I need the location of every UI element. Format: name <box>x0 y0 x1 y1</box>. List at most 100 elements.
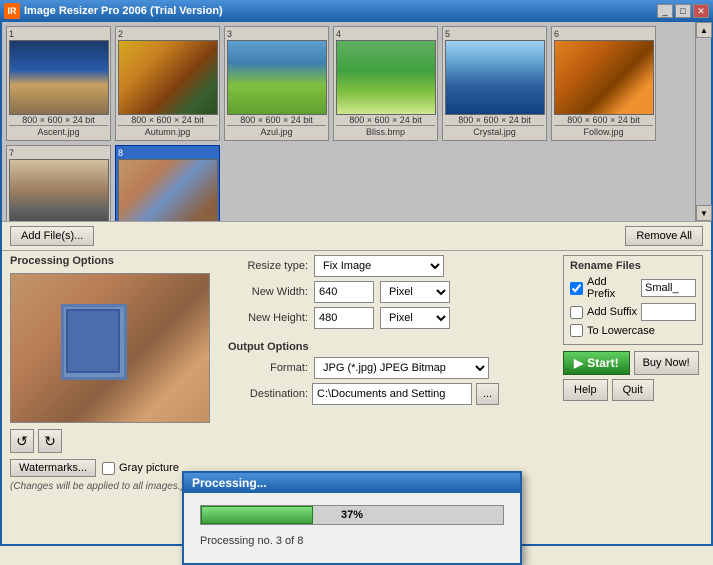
progress-bar-fill <box>201 506 313 524</box>
title-bar: IR Image Resizer Pro 2006 (Trial Version… <box>0 0 713 22</box>
image-thumb-4[interactable]: 4 800 × 600 × 24 bit Bliss.bmp <box>333 26 438 141</box>
thumb-info-3: 800 × 600 × 24 bit <box>240 115 313 125</box>
progress-percent-text: 37% <box>341 509 363 521</box>
output-options-label: Output Options <box>228 341 555 353</box>
progress-bar-container: 37% <box>200 505 504 525</box>
processing-dialog-title: Processing... <box>184 473 520 493</box>
add-suffix-checkbox[interactable] <box>570 306 583 319</box>
add-prefix-input[interactable] <box>641 279 696 297</box>
new-width-row: New Width: Pixel Percent <box>228 281 555 303</box>
thumb-info-1: 800 × 600 × 24 bit <box>22 115 95 125</box>
close-button[interactable]: ✕ <box>693 4 709 18</box>
gray-checkbox-row: Gray picture <box>102 462 179 475</box>
quit-button[interactable]: Quit <box>612 379 654 401</box>
rename-files-group: Rename Files Add Prefix Add Suffix To Lo… <box>563 255 703 345</box>
thumb-img-3 <box>227 40 327 115</box>
new-width-input[interactable] <box>314 281 374 303</box>
rotate-cw-button[interactable]: ↻ <box>38 429 62 453</box>
format-select[interactable]: JPG (*.jpg) JPEG Bitmap BMP (*.bmp) Bitm… <box>314 357 489 379</box>
output-options-group: Format: JPG (*.jpg) JPEG Bitmap BMP (*.b… <box>228 357 555 405</box>
add-suffix-input[interactable] <box>641 303 696 321</box>
thumb-number-4: 4 <box>336 29 341 39</box>
gray-picture-checkbox[interactable] <box>102 462 115 475</box>
new-width-label: New Width: <box>228 286 308 298</box>
thumb-img-4 <box>336 40 436 115</box>
resize-type-row: Resize type: Fix Image Fit Width Fit Hei… <box>228 255 555 277</box>
destination-row: Destination: ... <box>228 383 555 405</box>
scroll-track <box>696 38 711 205</box>
image-thumb-2[interactable]: 2 800 × 600 × 24 bit Autumn.jpg <box>115 26 220 141</box>
image-strip-container: 1 800 × 600 × 24 bit Ascent.jpg 2 800 × … <box>2 22 711 222</box>
thumb-img-2 <box>118 40 218 115</box>
strip-scrollbar[interactable]: ▲ ▼ <box>695 22 711 221</box>
rename-files-title: Rename Files <box>570 260 696 272</box>
thumb-img-1 <box>9 40 109 115</box>
minimize-button[interactable]: _ <box>657 4 673 18</box>
image-row-2: 7 800 × 600 × 24 bit Friend.jpg 8 800 × … <box>6 145 691 221</box>
scroll-down-button[interactable]: ▼ <box>696 205 712 221</box>
scroll-up-button[interactable]: ▲ <box>696 22 712 38</box>
destination-input[interactable] <box>312 383 472 405</box>
to-lowercase-checkbox[interactable] <box>570 324 583 337</box>
destination-label: Destination: <box>228 388 308 400</box>
main-window: 1 800 × 600 × 24 bit Ascent.jpg 2 800 × … <box>0 22 713 546</box>
image-thumb-7[interactable]: 7 800 × 600 × 24 bit Friend.jpg <box>6 145 111 221</box>
add-suffix-row: Add Suffix <box>570 303 696 321</box>
image-thumb-5[interactable]: 5 800 × 600 × 24 bit Crystal.jpg <box>442 26 547 141</box>
action-buttons: ▶ Start! Buy Now! Help Quit <box>563 351 703 401</box>
thumb-filename-2: Autumn.jpg <box>118 125 217 138</box>
thumb-filename-4: Bliss.bmp <box>336 125 435 138</box>
help-button[interactable]: Help <box>563 379 608 401</box>
thumb-number-2: 2 <box>118 29 123 39</box>
watermarks-button[interactable]: Watermarks... <box>10 459 96 477</box>
processing-dialog: Processing... 37% Processing no. 3 of 8 <box>182 471 522 565</box>
resize-type-select[interactable]: Fix Image Fit Width Fit Height Fit Both <box>314 255 444 277</box>
new-height-input[interactable] <box>314 307 374 329</box>
thumb-img-5 <box>445 40 545 115</box>
start-label: Start! <box>587 356 618 370</box>
thumb-info-6: 800 × 600 × 24 bit <box>567 115 640 125</box>
remove-all-button[interactable]: Remove All <box>625 226 703 246</box>
thumb-filename-3: Azul.jpg <box>227 125 326 138</box>
right-panel: Rename Files Add Prefix Add Suffix To Lo… <box>563 255 703 540</box>
add-files-button[interactable]: Add File(s)... <box>10 226 94 246</box>
image-strip: 1 800 × 600 × 24 bit Ascent.jpg 2 800 × … <box>2 22 695 221</box>
maximize-button[interactable]: □ <box>675 4 691 18</box>
thumb-number-7: 7 <box>9 148 14 158</box>
image-thumb-1[interactable]: 1 800 × 600 × 24 bit Ascent.jpg <box>6 26 111 141</box>
thumb-info-5: 800 × 600 × 24 bit <box>458 115 531 125</box>
add-suffix-label: Add Suffix <box>587 306 637 318</box>
thumb-number-6: 6 <box>554 29 559 39</box>
buy-now-button[interactable]: Buy Now! <box>634 351 699 375</box>
processing-options-label: Processing Options <box>10 255 220 267</box>
preview-image <box>10 273 210 423</box>
thumb-info-2: 800 × 600 × 24 bit <box>131 115 204 125</box>
thumb-img-6 <box>554 40 654 115</box>
thumb-info-4: 800 × 600 × 24 bit <box>349 115 422 125</box>
resize-options-group: Resize type: Fix Image Fit Width Fit Hei… <box>228 255 555 329</box>
new-height-row: New Height: Pixel Percent <box>228 307 555 329</box>
title-controls: _ □ ✕ <box>657 4 709 18</box>
new-height-unit-select[interactable]: Pixel Percent <box>380 307 450 329</box>
content-area: Processing Options ↺ ↻ Watermarks... Gra… <box>2 251 711 544</box>
start-button[interactable]: ▶ Start! <box>563 351 630 375</box>
processing-info-text: Processing no. 3 of 8 <box>200 535 504 547</box>
new-height-label: New Height: <box>228 312 308 324</box>
thumb-number-1: 1 <box>9 29 14 39</box>
resize-type-label: Resize type: <box>228 260 308 272</box>
thumb-img-7 <box>9 159 109 221</box>
new-width-unit-select[interactable]: Pixel Percent <box>380 281 450 303</box>
browse-button[interactable]: ... <box>476 383 499 405</box>
thumb-number-8: 8 <box>118 148 123 158</box>
image-thumb-8[interactable]: 8 800 × 600 × 24 bit Home... <box>115 145 220 221</box>
rotate-ccw-button[interactable]: ↺ <box>10 429 34 453</box>
app-icon: IR <box>4 3 20 19</box>
add-prefix-label: Add Prefix <box>587 276 637 300</box>
image-thumb-3[interactable]: 3 800 × 600 × 24 bit Azul.jpg <box>224 26 329 141</box>
image-thumb-6[interactable]: 6 800 × 600 × 24 bit Follow.jpg <box>551 26 656 141</box>
thumb-number-5: 5 <box>445 29 450 39</box>
gray-picture-label: Gray picture <box>119 462 179 474</box>
window-title: Image Resizer Pro 2006 (Trial Version) <box>24 5 223 17</box>
add-prefix-checkbox[interactable] <box>570 282 583 295</box>
thumb-number-3: 3 <box>227 29 232 39</box>
